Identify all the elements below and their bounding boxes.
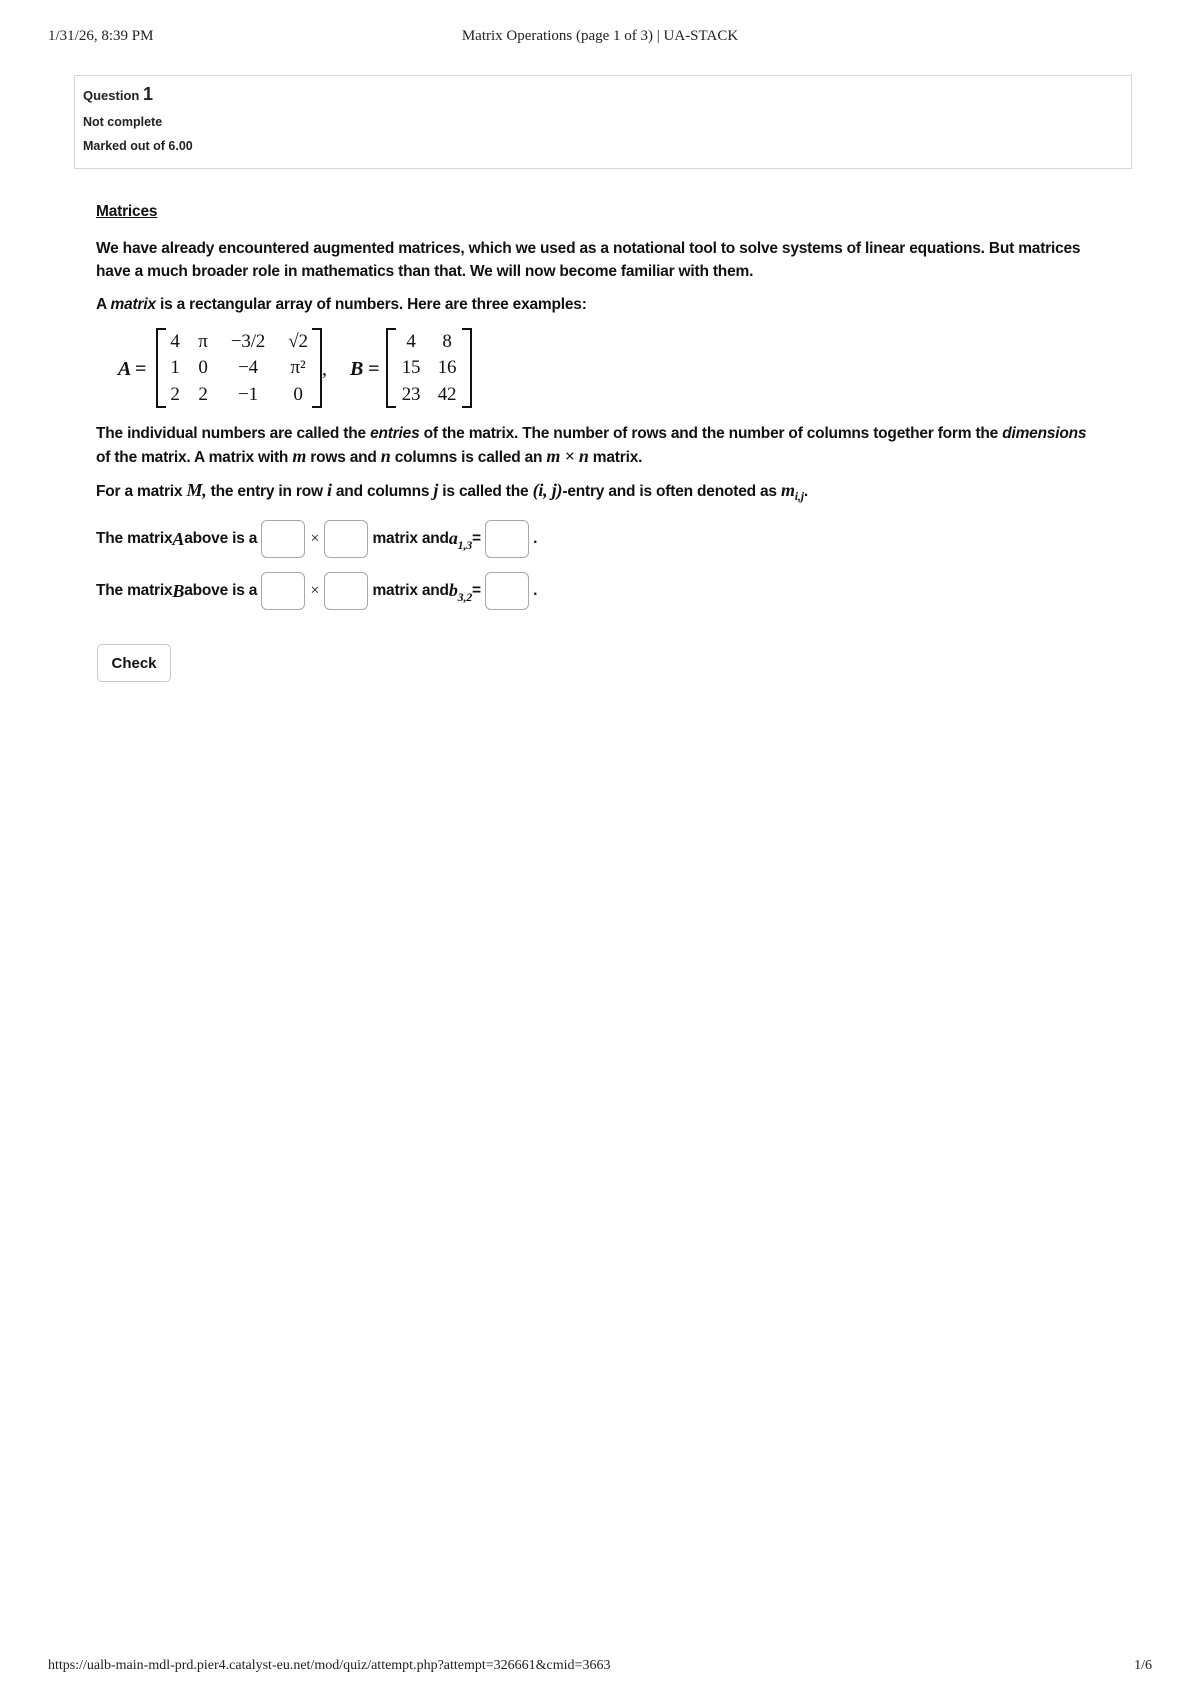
entry-text: For a matrix	[96, 483, 187, 500]
entry-subscript: 3,2	[457, 590, 473, 605]
entry-text: .	[803, 483, 808, 500]
check-button[interactable]: Check	[97, 644, 171, 682]
entries-text: matrix.	[588, 449, 643, 466]
matrix-a-entry: 1	[170, 357, 180, 379]
matrix-b-entry: 16	[437, 357, 457, 379]
question-content: Matrices We have already encountered aug…	[96, 200, 1096, 622]
fill-row-var: B	[172, 581, 185, 602]
matrix-b-cols-input[interactable]	[324, 572, 369, 611]
question-label: Question	[83, 88, 140, 103]
fill-row-text: matrix and	[372, 582, 449, 600]
entries-term: entries	[370, 425, 420, 442]
matrix-b: 4 8 15 16 23 42	[386, 328, 472, 408]
print-header: 1/31/26, 8:39 PM Matrix Operations (page…	[48, 28, 1152, 52]
question-marks: Marked out of 6.00	[83, 139, 193, 153]
matrix-a-entry: 2	[198, 383, 208, 405]
matrix-a-entry: 2	[170, 383, 180, 405]
matrix-a-entry: 4	[170, 330, 180, 352]
matrix-a-entry: −1	[238, 383, 258, 405]
definition-post: is a rectangular array of numbers. Here …	[155, 296, 587, 313]
matrix-a-entry: π	[198, 330, 208, 352]
entries-text: columns is called an	[390, 449, 547, 466]
question-state: Not complete	[83, 115, 163, 129]
entry-text: the entry in row	[206, 483, 327, 500]
matrix-a-label: A =	[118, 358, 147, 380]
fill-row-text: The matrix	[96, 530, 173, 548]
matrix-a: 4 π −3/2 √2 1 0 −4 π² 2 2 −1 0	[156, 328, 322, 408]
matrix-b-entry: 42	[437, 383, 457, 405]
var-m: m	[292, 446, 307, 466]
intro-paragraph: We have already encountered augmented ma…	[96, 240, 1081, 280]
entries-text: rows and	[306, 449, 381, 466]
equals-sign: =	[472, 530, 481, 548]
var-M: M,	[186, 480, 207, 500]
matrix-a-entry: 0	[198, 357, 208, 379]
page-url: https://ualb-main-mdl-prd.pier4.catalyst…	[48, 1658, 611, 1673]
matrix-a-entry: −3/2	[230, 330, 266, 352]
entry-text: and columns	[331, 483, 434, 500]
question-number: Question 1	[83, 84, 1123, 105]
fill-row-text: .	[533, 582, 538, 600]
fill-row-text: .	[533, 530, 538, 548]
fill-row-b: The matrix B above is a × matrix and b3,…	[96, 570, 1096, 612]
question-number-value: 1	[142, 84, 153, 104]
entries-text: of the matrix. The number of rows and th…	[419, 425, 1003, 442]
matrix-a-rows-input[interactable]	[261, 520, 306, 559]
matrix-examples: A = 4 π −3/2 √2 1 0 −4 π² 2 2 −1 0 , B = 4 8 15 16 23 42	[118, 326, 1096, 416]
matrix-a-entry: √2	[288, 330, 308, 352]
times-sign: ×	[310, 530, 320, 548]
entry-symbol: b3,2	[449, 570, 472, 612]
question-info-box: Question 1 Not complete Marked out of 6.…	[74, 75, 1132, 169]
entry-symbol: a1,3	[449, 518, 472, 560]
entry-letter: b	[448, 580, 458, 601]
definition-pre: A	[96, 296, 111, 313]
var-n: n	[380, 446, 391, 466]
var-mij: m	[780, 480, 795, 500]
matrix-a-entry: −4	[238, 357, 258, 379]
matrix-b-entry: 23	[401, 383, 421, 405]
entry-text: -entry and is often denoted as	[562, 483, 781, 500]
fill-row-text: matrix and	[372, 530, 449, 548]
definition-term: matrix	[110, 296, 157, 313]
fill-row-a: The matrix A above is a × matrix and a1,…	[96, 518, 1096, 560]
print-footer: https://ualb-main-mdl-prd.pier4.catalyst…	[48, 1658, 1152, 1680]
matrix-a-entry: π²	[290, 357, 306, 379]
fill-row-var: A	[172, 529, 185, 550]
matrix-separator: ,	[322, 358, 327, 380]
entry-subscript: 1,3	[457, 538, 473, 553]
times-sign: ×	[310, 582, 320, 600]
fill-row-text: above is a	[184, 582, 258, 600]
print-page-title: Matrix Operations (page 1 of 3) | UA-STA…	[461, 28, 739, 44]
matrix-a-entry: 0	[293, 383, 303, 405]
dimensions-term: dimensions	[1002, 425, 1087, 442]
content-heading: Matrices	[96, 203, 158, 220]
matrix-a-table: 4 π −3/2 √2 1 0 −4 π² 2 2 −1 0	[164, 328, 320, 408]
matrix-b-entry: 4	[406, 330, 416, 352]
fill-row-text: above is a	[184, 530, 258, 548]
matrix-b-table: 4 8 15 16 23 42	[394, 328, 466, 408]
m-times-n: m × n	[546, 446, 589, 466]
var-ij: (i, j)	[532, 480, 563, 500]
matrix-b-label: B =	[350, 358, 380, 380]
page-number: 1/6	[1134, 1658, 1152, 1673]
var-mij-subscript: i,j	[794, 489, 804, 504]
entry-letter: a	[448, 528, 458, 549]
entry-notation-paragraph: For a matrix M, the entry in row i and c…	[96, 479, 1096, 508]
entries-text: of the matrix. A matrix with	[96, 449, 293, 466]
equals-sign: =	[472, 582, 481, 600]
entry-a13-input[interactable]	[485, 520, 530, 559]
entry-text: is called the	[438, 483, 533, 500]
entry-b32-input[interactable]	[485, 572, 530, 611]
entries-paragraph: The individual numbers are called the en…	[96, 422, 1096, 469]
matrix-b-entry: 8	[442, 330, 452, 352]
matrix-b-entry: 15	[401, 357, 421, 379]
matrix-a-cols-input[interactable]	[324, 520, 369, 559]
fill-row-text: The matrix	[96, 582, 173, 600]
definition-paragraph: A matrix is a rectangular array of numbe…	[96, 293, 1096, 316]
entries-text: The individual numbers are called the	[96, 425, 371, 442]
matrix-b-rows-input[interactable]	[261, 572, 306, 611]
